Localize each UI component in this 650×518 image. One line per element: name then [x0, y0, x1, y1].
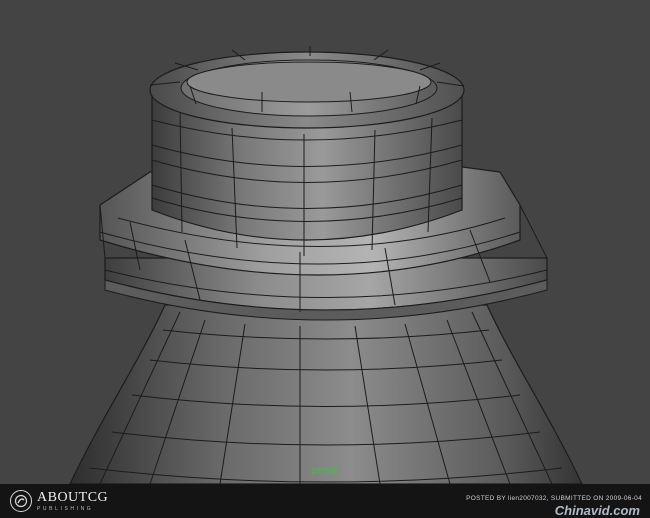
screenshot-frame: persp ABOUTCG PUBLISHING POSTED BY lien2…	[0, 0, 650, 518]
camera-lens-icon	[10, 490, 32, 512]
mesh-render	[69, 46, 583, 484]
camera-label: persp	[312, 465, 339, 476]
persp-viewport[interactable]: persp	[0, 0, 650, 484]
brand-name: ABOUTCG	[37, 489, 109, 505]
post-credit: POSTED BY lien2007032, SUBMITTED ON 2009…	[466, 495, 642, 502]
brand-logo: ABOUTCG PUBLISHING	[10, 488, 108, 514]
brand-subtitle: PUBLISHING	[37, 505, 94, 512]
watermark: Chinavid.com	[554, 503, 640, 518]
footer-bar: ABOUTCG PUBLISHING POSTED BY lien2007032…	[0, 484, 650, 518]
